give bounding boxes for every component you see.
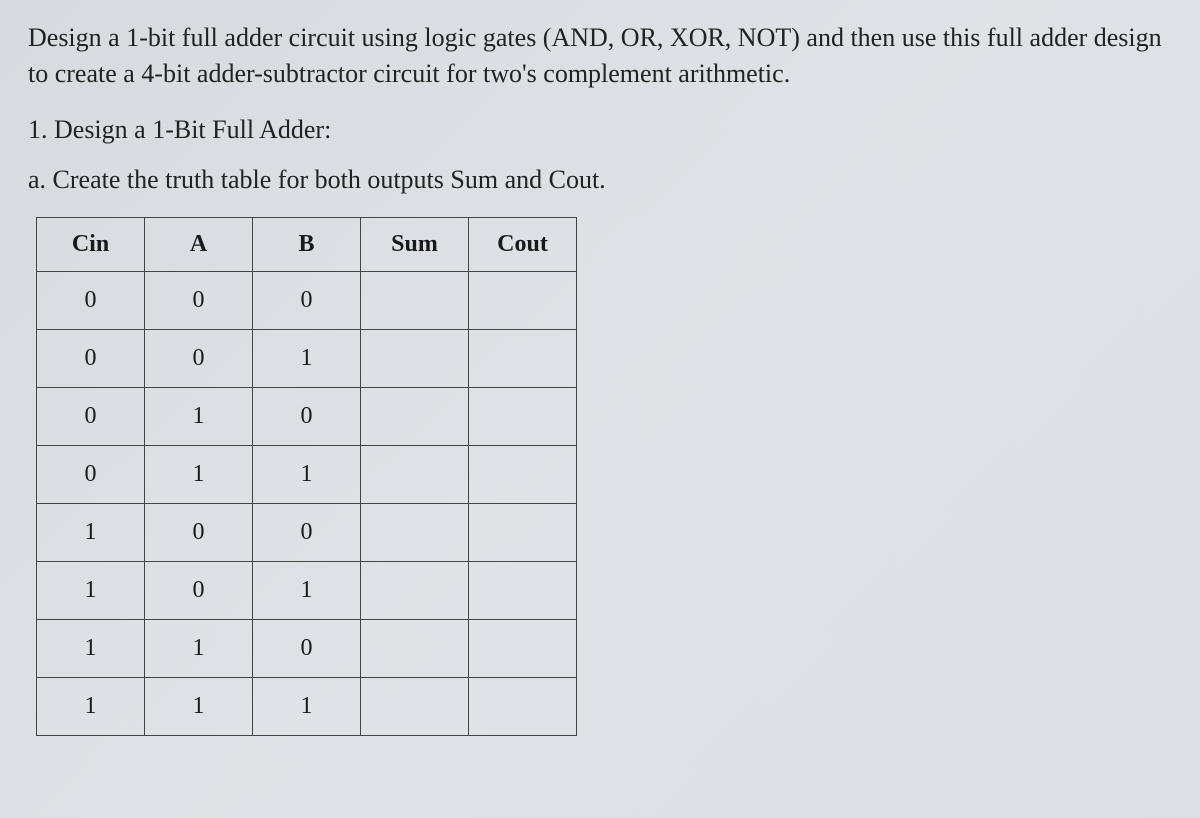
cell-a: 1	[145, 445, 253, 503]
cell-a: 1	[145, 677, 253, 735]
table-row: 0 0 1	[37, 329, 577, 387]
header-cout: Cout	[469, 217, 577, 271]
cell-b: 1	[253, 561, 361, 619]
cell-sum	[361, 387, 469, 445]
cell-cin: 0	[37, 445, 145, 503]
cell-cin: 1	[37, 503, 145, 561]
cell-sum	[361, 445, 469, 503]
cell-a: 0	[145, 503, 253, 561]
section-heading-1: 1. Design a 1-Bit Full Adder:	[28, 115, 1172, 145]
table-row: 0 0 0	[37, 271, 577, 329]
cell-cin: 0	[37, 387, 145, 445]
cell-a: 0	[145, 271, 253, 329]
cell-sum	[361, 503, 469, 561]
table-row: 1 0 1	[37, 561, 577, 619]
cell-a: 1	[145, 619, 253, 677]
cell-cin: 1	[37, 561, 145, 619]
cell-b: 0	[253, 271, 361, 329]
header-sum: Sum	[361, 217, 469, 271]
cell-cin: 0	[37, 329, 145, 387]
problem-statement: Design a 1-bit full adder circuit using …	[28, 20, 1172, 93]
cell-cout	[469, 329, 577, 387]
cell-cout	[469, 677, 577, 735]
cell-sum	[361, 677, 469, 735]
cell-sum	[361, 561, 469, 619]
table-row: 0 1 1	[37, 445, 577, 503]
cell-a: 1	[145, 387, 253, 445]
cell-b: 1	[253, 329, 361, 387]
table-row: 1 1 1	[37, 677, 577, 735]
cell-b: 0	[253, 503, 361, 561]
cell-b: 0	[253, 619, 361, 677]
cell-cin: 0	[37, 271, 145, 329]
cell-cout	[469, 271, 577, 329]
cell-cout	[469, 387, 577, 445]
table-row: 1 1 0	[37, 619, 577, 677]
cell-cout	[469, 445, 577, 503]
cell-cout	[469, 619, 577, 677]
cell-b: 1	[253, 677, 361, 735]
header-cin: Cin	[37, 217, 145, 271]
sub-item-a: a. Create the truth table for both outpu…	[28, 165, 1172, 195]
cell-cout	[469, 561, 577, 619]
cell-a: 0	[145, 561, 253, 619]
cell-cout	[469, 503, 577, 561]
cell-a: 0	[145, 329, 253, 387]
table-row: 1 0 0	[37, 503, 577, 561]
cell-b: 0	[253, 387, 361, 445]
cell-sum	[361, 619, 469, 677]
cell-cin: 1	[37, 619, 145, 677]
header-a: A	[145, 217, 253, 271]
truth-table: Cin A B Sum Cout 0 0 0 0 0 1	[36, 217, 577, 736]
header-b: B	[253, 217, 361, 271]
cell-cin: 1	[37, 677, 145, 735]
table-row: 0 1 0	[37, 387, 577, 445]
table-header-row: Cin A B Sum Cout	[37, 217, 577, 271]
cell-b: 1	[253, 445, 361, 503]
cell-sum	[361, 271, 469, 329]
cell-sum	[361, 329, 469, 387]
